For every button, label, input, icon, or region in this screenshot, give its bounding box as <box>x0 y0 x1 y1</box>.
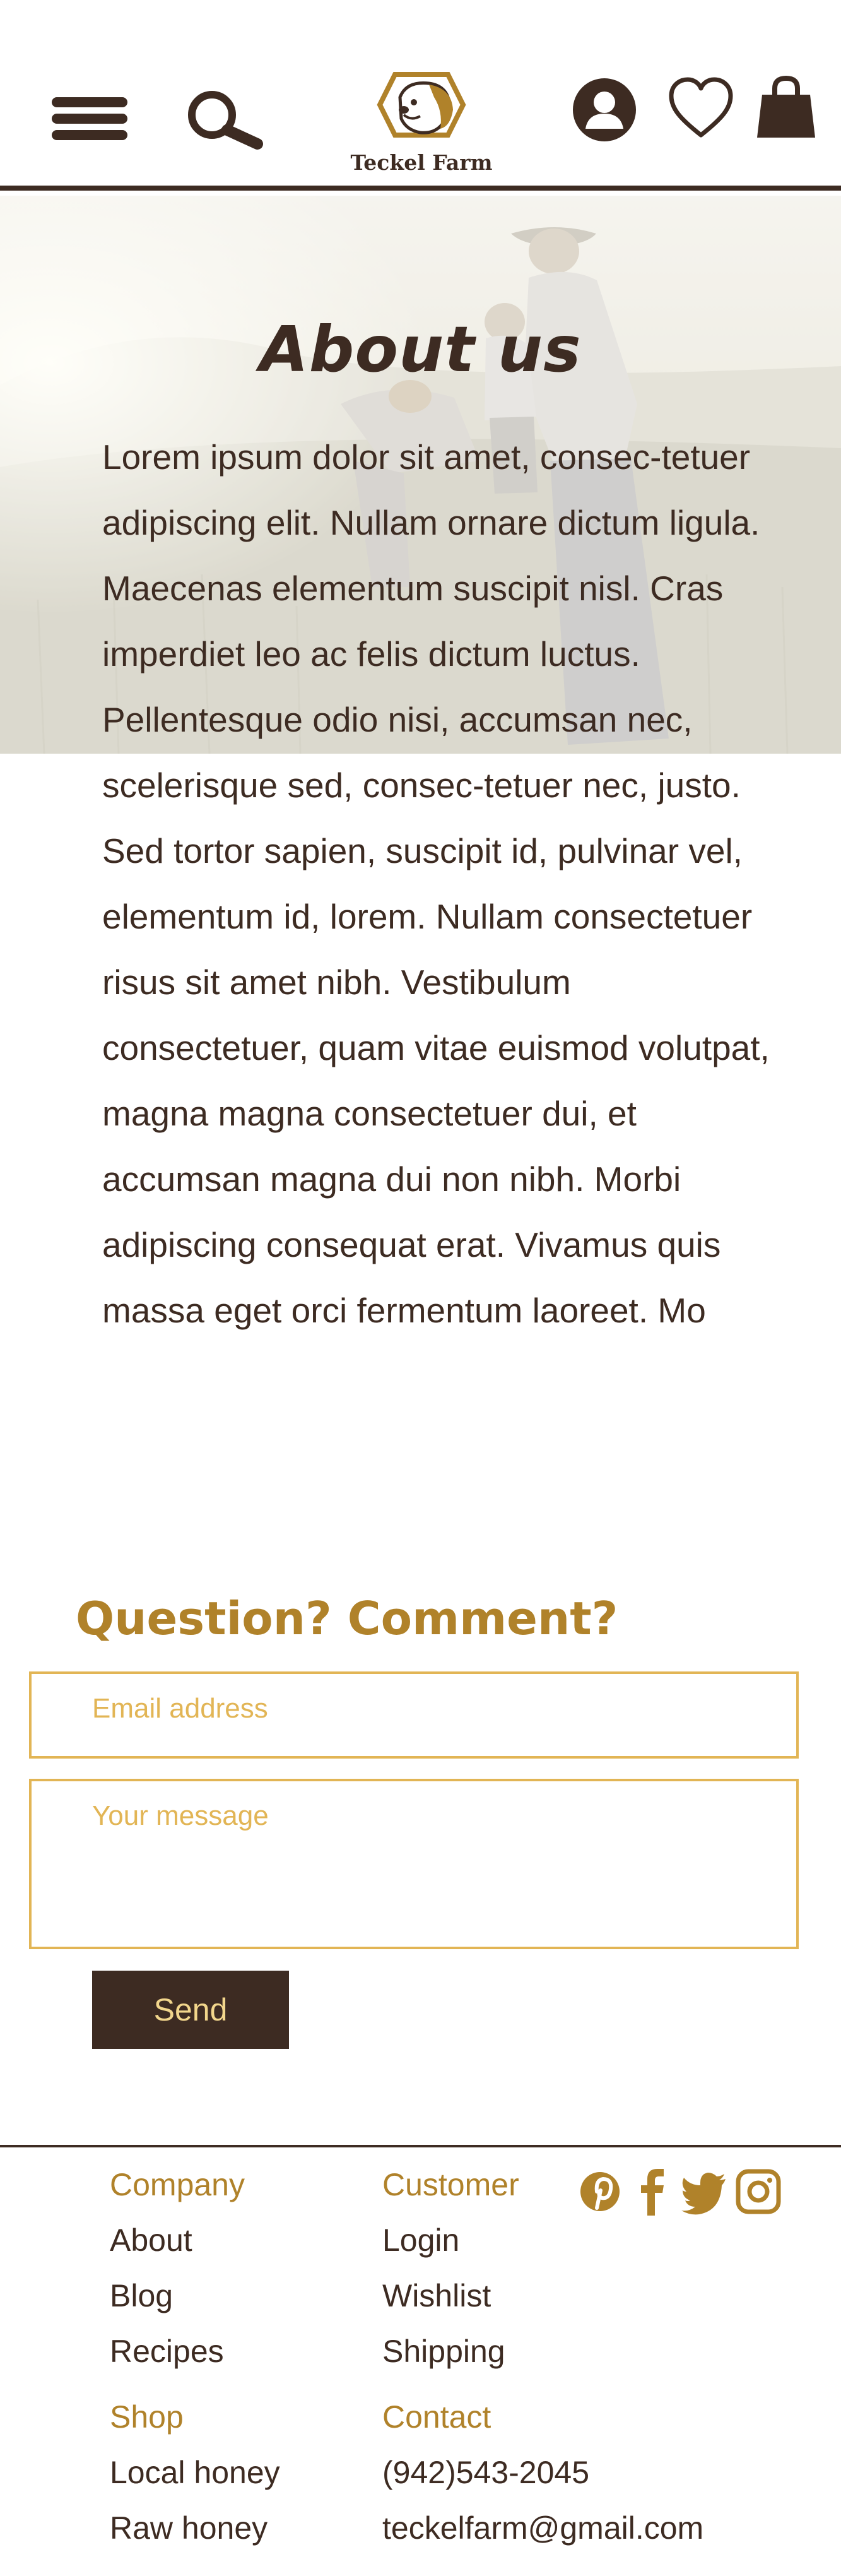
footer-heading-customer: Customer <box>382 2167 519 2202</box>
logo-dog-icon <box>377 72 466 138</box>
message-placeholder: Your message <box>92 1800 269 1831</box>
about-title: About us <box>259 312 582 386</box>
instagram-icon[interactable] <box>736 2166 781 2217</box>
footer-heading-shop: Shop <box>110 2399 184 2435</box>
email-placeholder: Email address <box>92 1693 268 1724</box>
pinterest-icon[interactable] <box>578 2166 622 2217</box>
site-header: Teckel Farm <box>0 0 841 191</box>
footer-link-shipping[interactable]: Shipping <box>382 2333 505 2370</box>
contact-form-title: Question? Comment? <box>76 1592 618 1645</box>
shopping-bag-icon[interactable] <box>756 74 816 140</box>
footer-link-login[interactable]: Login <box>382 2222 459 2258</box>
footer-link-recipes[interactable]: Recipes <box>110 2333 224 2370</box>
footer-link-wishlist[interactable]: Wishlist <box>382 2277 491 2314</box>
menu-icon[interactable] <box>49 93 130 144</box>
about-body-text: Lorem ipsum dolor sit amet, consec-tetue… <box>102 437 770 1330</box>
brand-name: Teckel Farm <box>350 150 493 175</box>
account-icon[interactable] <box>572 77 637 143</box>
send-button[interactable]: Send <box>92 1971 289 2049</box>
facebook-icon[interactable] <box>637 2166 666 2217</box>
heart-icon[interactable] <box>668 77 734 140</box>
footer-divider <box>0 2145 841 2147</box>
footer-heading-contact: Contact <box>382 2399 491 2435</box>
message-field[interactable]: Your message <box>29 1779 799 1949</box>
footer-link-blog[interactable]: Blog <box>110 2277 173 2314</box>
email-field[interactable]: Email address <box>29 1671 799 1759</box>
contact-email[interactable]: teckelfarm@gmail.com <box>382 2510 703 2546</box>
footer-heading-company: Company <box>110 2167 245 2202</box>
contact-phone[interactable]: (942)543-2045 <box>382 2454 589 2491</box>
search-icon[interactable] <box>183 87 265 150</box>
logo[interactable]: Teckel Farm <box>346 69 497 177</box>
footer-link-about[interactable]: About <box>110 2222 192 2258</box>
twitter-icon[interactable] <box>679 2166 728 2217</box>
footer-link-raw-honey[interactable]: Raw honey <box>110 2510 268 2546</box>
footer-link-local-honey[interactable]: Local honey <box>110 2454 280 2491</box>
